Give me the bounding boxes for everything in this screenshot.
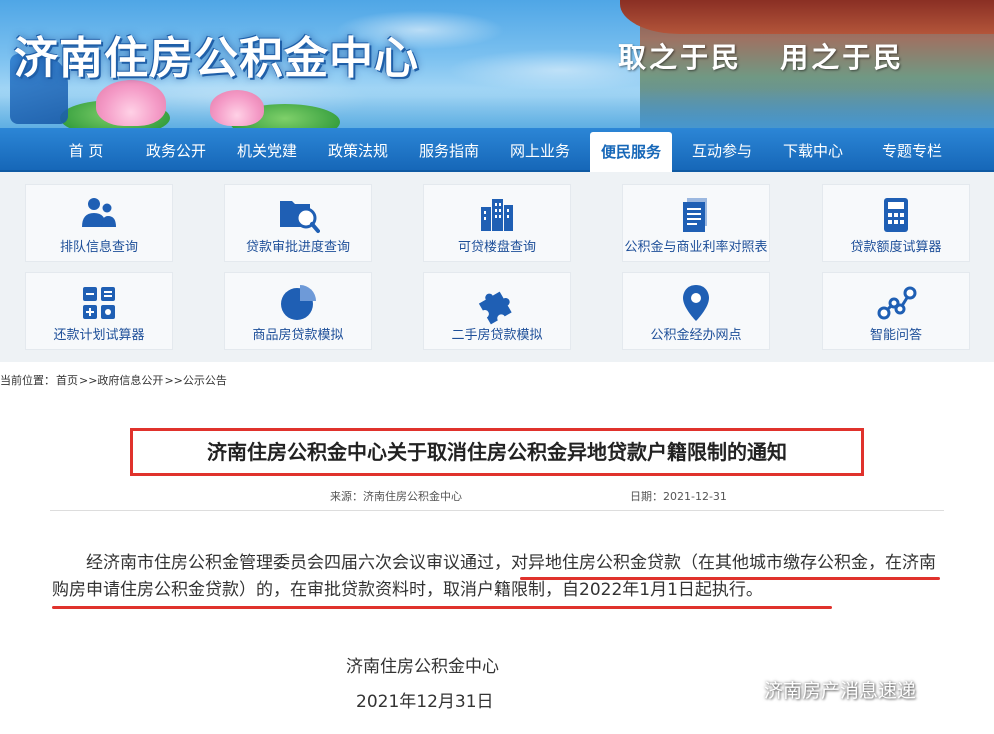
nav-item-policies[interactable]: 政策法规	[322, 136, 394, 166]
wechat-icon	[725, 679, 757, 703]
article-source: 来源：济南住房公积金中心	[330, 490, 462, 503]
people-queue-icon	[82, 198, 116, 227]
article-divider	[50, 510, 944, 511]
document-icon	[683, 198, 707, 232]
breadcrumb: 当前位置：首页>>政府信息公开>>公示公告	[0, 372, 228, 390]
service-tile-label: 贷款审批进度查询	[245, 240, 350, 255]
network-nodes-icon	[877, 286, 917, 320]
service-tile-label: 公积金与商业利率对照表	[624, 240, 768, 255]
red-underline-annotation	[520, 577, 940, 580]
nav-item-government-affairs[interactable]: 政务公开	[140, 136, 212, 166]
buildings-icon	[481, 199, 513, 231]
site-title[interactable]: 济南住房公积金中心	[14, 22, 419, 86]
calculator-grid-icon	[83, 287, 115, 319]
service-tile-label: 可贷楼盘查询	[457, 240, 536, 255]
nav-item-service-guide[interactable]: 服务指南	[413, 136, 485, 166]
folder-search-icon	[280, 201, 320, 233]
breadcrumb-item-notices[interactable]: >>公示公告	[164, 374, 226, 387]
service-tile-label: 智能问答	[869, 328, 922, 343]
watermark-text: 济南房产消息速递	[764, 680, 917, 702]
nav-item-online-business[interactable]: 网上业务	[504, 136, 576, 166]
nav-item-convenience-services[interactable]: 便民服务	[590, 132, 672, 172]
banner-slogan: 取之于民 用之于民	[618, 41, 905, 74]
service-tile-label: 贷款额度试算器	[850, 240, 942, 255]
nav-item-special-topics[interactable]: 专题专栏	[876, 136, 948, 166]
article-date: 日期：2021-12-31	[630, 490, 727, 503]
service-tile-label: 商品房贷款模拟	[252, 328, 344, 343]
lotus-flower-decoration	[210, 90, 264, 126]
article-title: 济南住房公积金中心关于取消住房公积金异地贷款户籍限制的通知	[207, 440, 787, 464]
service-tile-repayment-calculator[interactable]: 还款计划试算器	[25, 272, 173, 350]
service-tile-label: 还款计划试算器	[53, 328, 145, 343]
main-nav: 首 页 政务公开 机关党建 政策法规 服务指南 网上业务 便民服务 互动参与 下…	[0, 128, 994, 172]
wechat-watermark: 济南房产消息速递	[724, 676, 916, 706]
map-pin-icon	[683, 285, 709, 321]
breadcrumb-prefix: 当前位置：	[0, 374, 55, 387]
nav-item-home[interactable]: 首 页	[62, 136, 110, 166]
breadcrumb-item-gov-info[interactable]: >>政府信息公开	[79, 374, 163, 387]
calculator-icon	[884, 198, 908, 232]
service-tile-eligible-properties[interactable]: 可贷楼盘查询	[423, 184, 571, 262]
nav-item-interaction[interactable]: 互动参与	[686, 136, 758, 166]
site-banner: 济南住房公积金中心 取之于民 用之于民	[0, 0, 994, 128]
signature-organization: 济南住房公积金中心	[346, 657, 499, 677]
service-tile-queue-info[interactable]: 排队信息查询	[25, 184, 173, 262]
red-underline-annotation	[52, 606, 832, 609]
service-tile-new-home-loan-sim[interactable]: 商品房贷款模拟	[224, 272, 372, 350]
service-tile-loan-progress[interactable]: 贷款审批进度查询	[224, 184, 372, 262]
article-title-highlight-box: 济南住房公积金中心关于取消住房公积金异地贷款户籍限制的通知	[130, 428, 864, 476]
service-tile-rate-comparison[interactable]: 公积金与商业利率对照表	[622, 184, 770, 262]
pie-chart-icon	[281, 285, 316, 320]
nav-item-downloads[interactable]: 下载中心	[777, 136, 849, 166]
signature-date: 2021年12月31日	[356, 692, 494, 712]
nav-item-party-building[interactable]: 机关党建	[231, 136, 303, 166]
service-tile-label: 排队信息查询	[59, 240, 138, 255]
service-tile-smart-qa[interactable]: 智能问答	[822, 272, 970, 350]
service-tile-resale-loan-sim[interactable]: 二手房贷款模拟	[423, 272, 571, 350]
breadcrumb-item-home[interactable]: 首页	[56, 374, 78, 387]
convenience-services-panel: 排队信息查询 贷款审批进度查询 可贷楼盘查询 公积金与商业利率对照表 贷款额度试…	[0, 172, 994, 362]
article-body-intro: 经济南市住房公积金管理委员会四届六次会议审议通过，	[86, 553, 511, 573]
service-tile-label: 二手房贷款模拟	[451, 328, 543, 343]
service-tile-loan-amount-calculator[interactable]: 贷款额度试算器	[822, 184, 970, 262]
service-tile-label: 公积金经办网点	[650, 328, 742, 343]
puzzle-icon	[478, 291, 512, 325]
lotus-flower-decoration	[96, 80, 166, 126]
banner-pavilion-roof	[620, 0, 994, 34]
service-tile-service-outlets[interactable]: 公积金经办网点	[622, 272, 770, 350]
